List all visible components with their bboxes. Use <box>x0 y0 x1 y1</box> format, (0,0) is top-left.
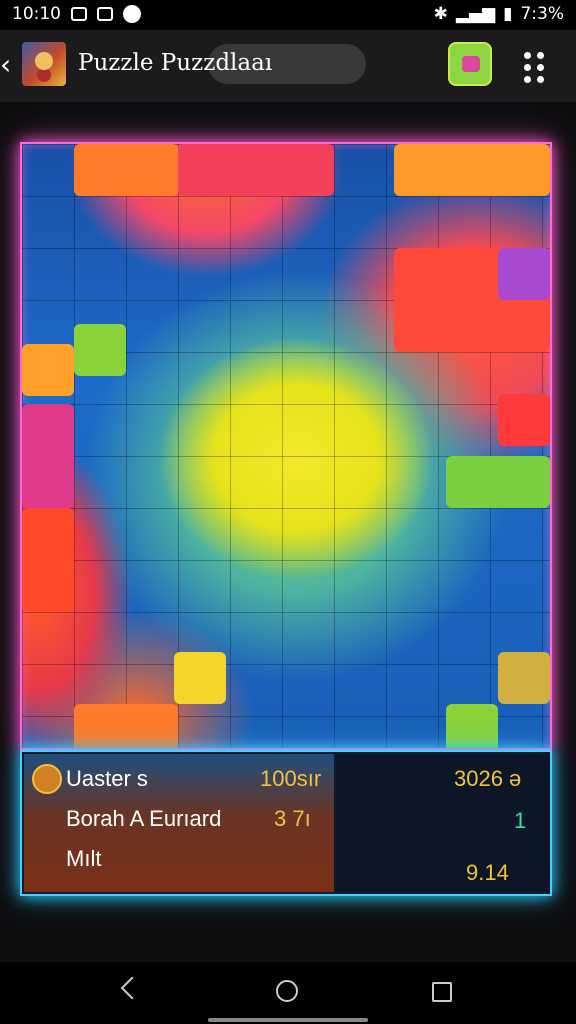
puzzle-piece-purple[interactable] <box>498 248 550 300</box>
score-panel: Uaster s 100sır Borah A Eurıard 3 7ı Mıl… <box>20 750 552 896</box>
puzzle-piece-orange-top-right[interactable] <box>394 144 550 196</box>
puzzle-piece-red-left[interactable] <box>22 508 74 612</box>
puzzle-piece-orange-bottom[interactable] <box>74 704 178 748</box>
mail-notification-icon <box>97 7 113 21</box>
back-arrow-icon[interactable]: ‹ <box>0 50 20 80</box>
battery-level: 7:3% <box>520 4 564 24</box>
row2-value: 3 7ı <box>274 806 311 831</box>
signal-icon: ▂▄▆ <box>455 4 496 24</box>
puzzle-piece-orange-left[interactable] <box>22 344 74 396</box>
score-count: 1 <box>514 808 527 833</box>
system-nav-bar <box>0 962 576 1024</box>
battery-icon: ▮ <box>503 4 513 24</box>
app-bar: ‹ Puzzle Puzzdlaaı <box>0 30 576 102</box>
puzzle-piece-green-bottom-right[interactable] <box>446 704 498 748</box>
score-time: 9.14 <box>466 860 509 885</box>
nav-back-icon[interactable] <box>120 976 144 1000</box>
score-total: 3026 ə <box>454 766 522 791</box>
puzzle-piece-green-left[interactable] <box>74 324 126 376</box>
puzzle-board[interactable] <box>20 142 552 750</box>
row2-label: Borah A Eurıard <box>66 806 222 831</box>
more-options-icon[interactable] <box>524 48 548 84</box>
app-title: Puzzle Puzzdlaaı <box>78 50 273 76</box>
puzzle-piece-yellow-bottom[interactable] <box>174 652 226 704</box>
player-avatar <box>32 764 62 794</box>
puzzle-piece-red[interactable] <box>178 144 334 196</box>
puzzle-piece-olive-bottom-right[interactable] <box>498 652 550 704</box>
chat-notification-icon <box>123 5 141 23</box>
clock: 10:10 <box>12 4 61 24</box>
score-stats: 3026 ə 1 9.14 <box>336 754 550 892</box>
puzzle-grid <box>22 144 550 748</box>
row1-label: Uaster s <box>66 766 148 791</box>
nav-home-icon[interactable] <box>276 980 298 1002</box>
game-badge-icon[interactable] <box>448 42 492 86</box>
puzzle-piece-green-right[interactable] <box>446 456 550 508</box>
app-logo-icon <box>22 42 66 86</box>
puzzle-piece-orange[interactable] <box>74 144 178 196</box>
puzzle-piece-red-right-lower[interactable] <box>498 394 550 446</box>
nav-recent-apps-icon[interactable] <box>432 982 452 1002</box>
row3-label: Mılt <box>66 846 102 871</box>
gallery-notification-icon <box>71 7 87 21</box>
row1-value: 100sır <box>260 766 322 791</box>
home-indicator <box>208 1018 368 1022</box>
puzzle-piece-magenta-left[interactable] <box>22 404 74 508</box>
status-bar: 10:10 ✱ ▂▄▆ ▮ 7:3% <box>0 0 576 30</box>
player-stats: Uaster s 100sır Borah A Eurıard 3 7ı Mıl… <box>24 754 334 892</box>
bluetooth-icon: ✱ <box>433 4 448 24</box>
